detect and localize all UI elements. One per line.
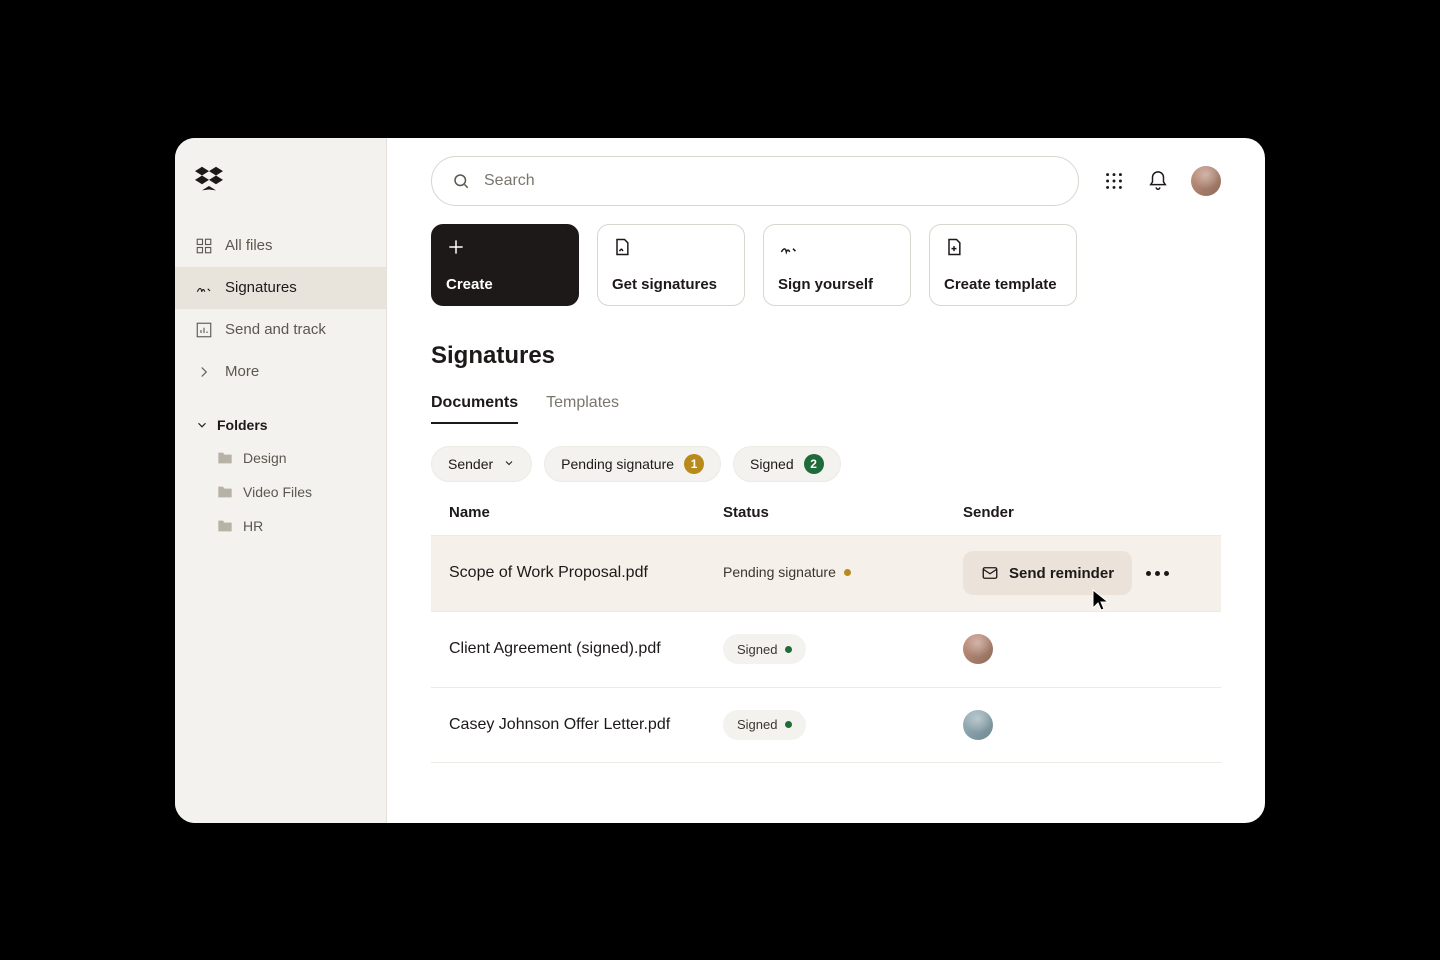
user-avatar[interactable] [1191,166,1221,196]
folder-label: HR [243,518,263,534]
folder-design[interactable]: Design [175,441,386,475]
nav-more[interactable]: More [175,351,386,393]
folders-header[interactable]: Folders [175,393,386,441]
nav-label: Signatures [225,279,297,296]
status-signed: Signed [723,710,806,740]
action-create-template[interactable]: Create template [929,224,1077,306]
row-more-button[interactable] [1146,571,1169,576]
filter-sender[interactable]: Sender [431,446,532,482]
mail-icon [981,564,999,582]
status-dot-icon [785,646,792,653]
table-row[interactable]: Casey Johnson Offer Letter.pdf Signed [431,687,1221,763]
status-label: Signed [737,717,777,732]
chart-icon [195,321,213,339]
folder-hr[interactable]: HR [175,509,386,543]
action-label: Sign yourself [778,276,896,293]
col-status: Status [723,504,963,521]
table-row[interactable]: Scope of Work Proposal.pdf Pending signa… [431,535,1221,611]
action-create[interactable]: Create [431,224,579,306]
sender-avatar [963,634,993,664]
folder-label: Video Files [243,484,312,500]
status-label: Pending signature [723,564,836,580]
main-content: Create Get signatures Sign yourself Crea… [387,138,1265,823]
filter-pending[interactable]: Pending signature 1 [544,446,721,482]
file-name: Casey Johnson Offer Letter.pdf [449,716,723,734]
plus-icon [446,237,466,257]
actions-row: Create Get signatures Sign yourself Crea… [431,224,1221,306]
file-name: Scope of Work Proposal.pdf [449,564,723,582]
folder-video[interactable]: Video Files [175,475,386,509]
folder-label: Design [243,450,287,466]
send-reminder-button[interactable]: Send reminder [963,551,1132,595]
nav-label: All files [225,237,273,254]
sidebar: All files Signatures Send and track More… [175,138,387,823]
search-icon [452,172,470,190]
button-label: Send reminder [1009,565,1114,582]
bell-icon[interactable] [1147,170,1169,192]
filter-chips: Sender Pending signature 1 Signed 2 [431,446,1221,482]
nav-label: More [225,363,259,380]
chevron-right-icon [195,363,213,381]
tab-templates[interactable]: Templates [546,394,619,424]
chip-label: Pending signature [561,456,674,472]
tab-documents[interactable]: Documents [431,394,518,424]
nav-label: Send and track [225,321,326,338]
file-name: Client Agreement (signed).pdf [449,640,723,658]
tabs: Documents Templates [431,394,1221,424]
status-dot-icon [785,721,792,728]
table-header: Name Status Sender [431,504,1221,535]
filter-signed[interactable]: Signed 2 [733,446,841,482]
topbar [431,156,1221,206]
folder-icon [217,519,233,533]
status-signed: Signed [723,634,806,664]
action-label: Get signatures [612,276,730,293]
doc-plus-icon [944,237,964,257]
chip-label: Sender [448,456,493,472]
action-get-signatures[interactable]: Get signatures [597,224,745,306]
chevron-down-icon [503,456,515,472]
nav-signatures[interactable]: Signatures [175,267,386,309]
table-row[interactable]: Client Agreement (signed).pdf Signed [431,611,1221,687]
search-box[interactable] [431,156,1079,206]
col-sender: Sender [963,504,1203,521]
folder-icon [217,485,233,499]
status-label: Signed [737,642,777,657]
sender-avatar [963,710,993,740]
pen-icon [778,237,798,257]
doc-sign-icon [612,237,632,257]
signature-icon [195,279,213,297]
count-badge: 2 [804,454,824,474]
app-window: All files Signatures Send and track More… [175,138,1265,823]
grid-icon [195,237,213,255]
topbar-icons [1103,166,1221,196]
col-name: Name [449,504,723,521]
nav-all-files[interactable]: All files [175,225,386,267]
chip-label: Signed [750,456,794,472]
status-pending: Pending signature [723,564,851,580]
count-badge: 1 [684,454,704,474]
folder-icon [217,451,233,465]
dropbox-logo[interactable] [175,166,386,225]
page-title: Signatures [431,342,1221,370]
search-input[interactable] [484,172,1058,190]
status-dot-icon [844,569,851,576]
action-label: Create [446,276,564,293]
apps-icon[interactable] [1103,170,1125,192]
nav-send-track[interactable]: Send and track [175,309,386,351]
folders-label: Folders [217,417,268,433]
action-sign-yourself[interactable]: Sign yourself [763,224,911,306]
action-label: Create template [944,276,1062,293]
chevron-down-icon [195,418,209,432]
